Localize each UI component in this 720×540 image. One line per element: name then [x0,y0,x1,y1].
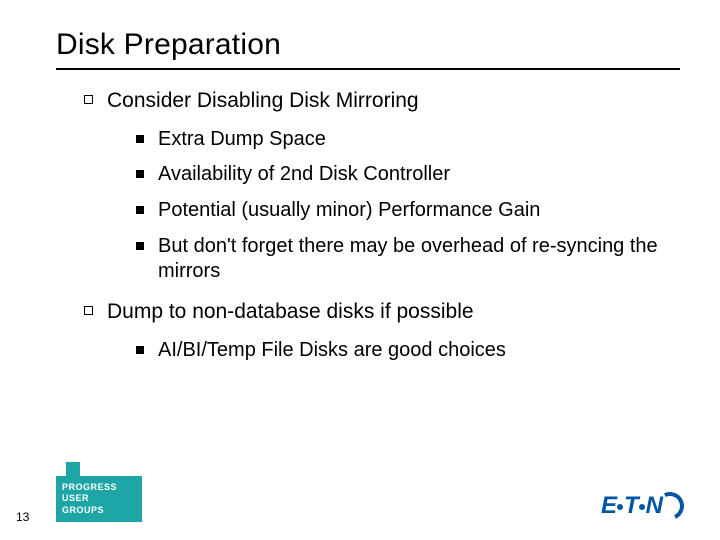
sub-label: Potential (usually minor) Performance Ga… [158,198,540,224]
badge-line: USER [62,493,142,504]
sub-item: AI/BI/Temp File Disks are good choices [136,338,680,364]
page-number: 13 [16,510,29,524]
sub-label: AI/BI/Temp File Disks are good choices [158,338,506,364]
sub-label: Availability of 2nd Disk Controller [158,162,450,188]
topic-item: Dump to non-database disks if possible [84,299,680,326]
badge-line: PROGRESS [62,482,142,493]
filled-square-bullet-icon [136,206,144,214]
eaton-letter: T [624,492,638,520]
topic-label: Consider Disabling Disk Mirroring [107,88,419,115]
dot-icon [639,504,645,510]
progress-user-groups-badge: PROGRESS USER GROUPS [56,476,142,522]
title-rule [56,68,680,70]
sub-item: Potential (usually minor) Performance Ga… [136,198,680,224]
content-area: Consider Disabling Disk Mirroring Extra … [56,88,680,363]
badge-line: GROUPS [62,505,142,516]
filled-square-bullet-icon [136,242,144,250]
eaton-logo: ETN [601,492,680,520]
filled-square-bullet-icon [136,170,144,178]
eaton-logo-text: ETN [601,492,662,520]
sublist: AI/BI/Temp File Disks are good choices [84,338,680,364]
sub-item: But don't forget there may be overhead o… [136,234,680,285]
filled-square-bullet-icon [136,135,144,143]
eaton-letter: E [601,492,616,520]
sub-item: Extra Dump Space [136,127,680,153]
dot-icon [617,504,623,510]
topic-item: Consider Disabling Disk Mirroring [84,88,680,115]
topic-label: Dump to non-database disks if possible [107,299,474,326]
filled-square-bullet-icon [136,346,144,354]
slide-title: Disk Preparation [56,28,680,62]
sub-label: But don't forget there may be overhead o… [158,234,680,285]
square-bullet-icon [84,306,93,315]
square-bullet-icon [84,95,93,104]
sublist: Extra Dump Space Availability of 2nd Dis… [84,127,680,285]
swoosh-icon [660,498,680,514]
sub-label: Extra Dump Space [158,127,326,153]
sub-item: Availability of 2nd Disk Controller [136,162,680,188]
slide: Disk Preparation Consider Disabling Disk… [0,0,720,540]
